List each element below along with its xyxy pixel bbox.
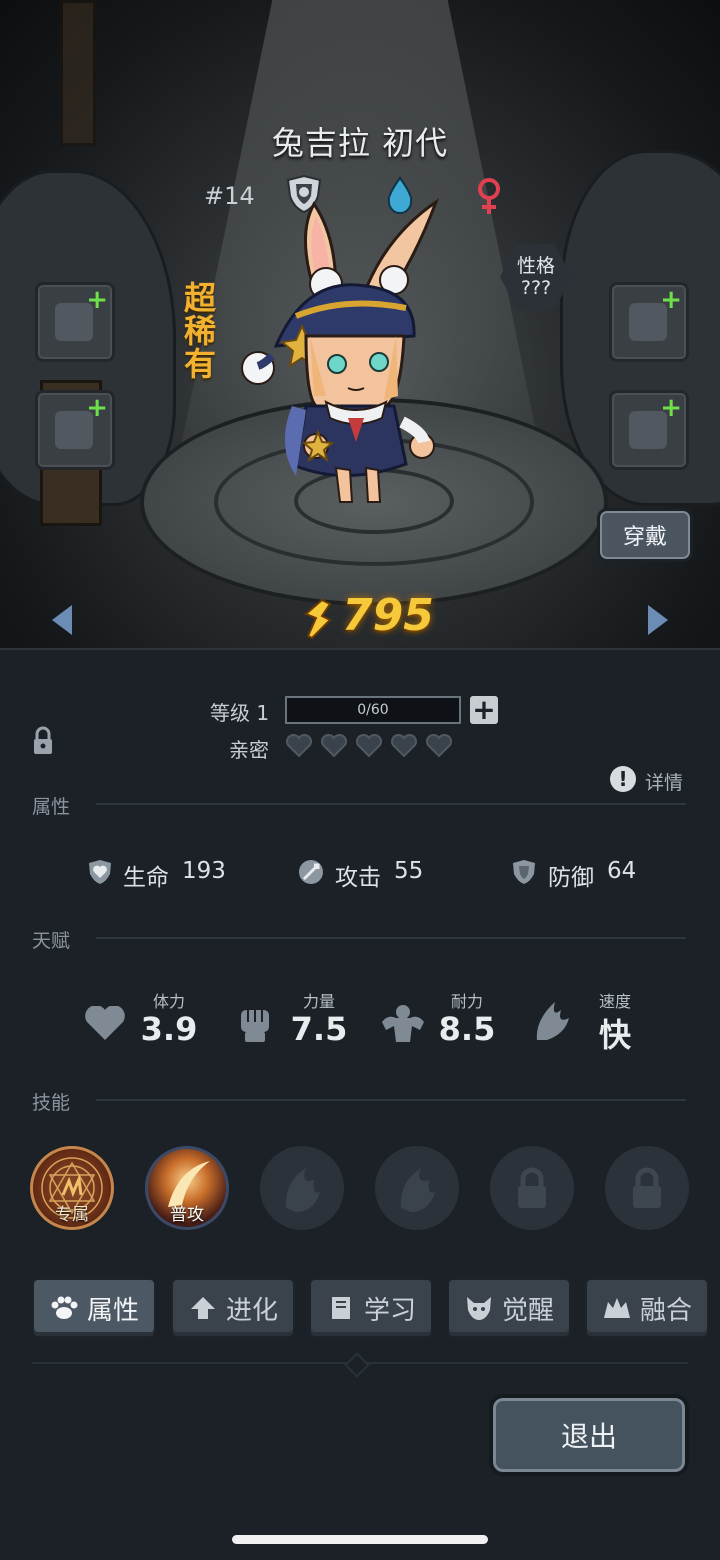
equip-slot-helm[interactable]: + xyxy=(609,282,689,362)
add-icon: + xyxy=(86,393,108,423)
wear-button[interactable]: 穿戴 xyxy=(597,508,693,562)
tab-attributes-label: 属性 xyxy=(86,1295,139,1326)
prev-hero-arrow[interactable] xyxy=(52,605,72,635)
next-hero-arrow[interactable] xyxy=(648,605,668,635)
book-icon xyxy=(331,1297,350,1319)
skill-exclusive-label: 专属 xyxy=(55,1205,89,1225)
skill-exclusive[interactable]: 专属 xyxy=(30,1146,114,1230)
paw-icon xyxy=(51,1296,78,1319)
wing-icon xyxy=(536,1002,569,1040)
skill-slot-locked[interactable] xyxy=(490,1146,574,1230)
talent-speed-value: 快 xyxy=(598,1016,631,1054)
tab-attributes[interactable]: 属性 xyxy=(32,1278,156,1338)
section-skills: 技能 xyxy=(32,1092,71,1114)
flame-claw-icon xyxy=(400,1168,435,1212)
tab-learn-label: 学习 xyxy=(363,1295,416,1326)
fist-icon xyxy=(241,1010,269,1042)
shield-icon xyxy=(513,860,535,884)
level-progress-bar: 0/60 xyxy=(285,696,461,724)
talent-strength-label: 力量 xyxy=(302,992,335,1011)
attr-atk-value: 55 xyxy=(394,858,424,884)
heart-icon xyxy=(85,1006,125,1040)
talent-strength-value: 7.5 xyxy=(290,1010,348,1048)
intimacy-heart-icon xyxy=(286,734,312,758)
talent-stamina-label: 体力 xyxy=(152,992,185,1011)
level-progress-text: 0/60 xyxy=(357,702,389,718)
talent-speed-label: 速度 xyxy=(598,992,631,1011)
attr-hp-value: 193 xyxy=(182,858,226,884)
talent-endurance-label: 耐力 xyxy=(450,992,483,1011)
skill-basic-label: 普攻 xyxy=(170,1205,204,1225)
talent-endurance-value: 8.5 xyxy=(438,1010,496,1048)
section-divider xyxy=(96,937,686,939)
flame-claw-icon xyxy=(285,1168,320,1212)
details-link[interactable]: 详情 xyxy=(645,768,683,795)
equip-slot-accessory[interactable]: + xyxy=(609,390,689,470)
female-gender-icon xyxy=(478,178,500,214)
skill-slot-empty[interactable] xyxy=(260,1146,344,1230)
skill-slot-locked[interactable] xyxy=(605,1146,689,1230)
sword-icon xyxy=(299,860,323,884)
personality-label: 性格 xyxy=(516,255,555,277)
tab-fusion-label: 融合 xyxy=(639,1295,692,1326)
section-attributes: 属性 xyxy=(32,796,71,818)
lock-icon xyxy=(518,1167,546,1208)
power-value: 795 xyxy=(342,590,434,641)
intimacy-heart-icon xyxy=(356,734,382,758)
power-icon xyxy=(304,598,332,640)
equip-slot-armor[interactable]: + xyxy=(35,390,115,470)
section-divider xyxy=(96,1099,686,1101)
tab-awaken[interactable]: 觉醒 xyxy=(447,1278,571,1338)
character-scene: 兔吉拉 初代 #14 超稀有 + + + + 性格 ??? 穿戴 795 xyxy=(0,0,720,648)
level-label: 等级 1 xyxy=(210,701,270,725)
lock-icon xyxy=(633,1167,661,1208)
section-talents: 天赋 xyxy=(32,930,71,952)
intimacy-heart-icon xyxy=(391,734,417,758)
tab-learn[interactable]: 学习 xyxy=(309,1278,433,1338)
attr-def-label: 防御 xyxy=(548,865,594,891)
fusion-icon xyxy=(603,1298,630,1318)
rarity-label: 超稀有 xyxy=(183,279,216,383)
lock-icon[interactable] xyxy=(32,726,54,756)
attr-def-value: 64 xyxy=(607,858,637,884)
intimacy-heart-icon xyxy=(426,734,452,758)
add-icon: + xyxy=(86,285,108,315)
section-divider xyxy=(96,803,686,805)
intimacy-heart-icon xyxy=(321,734,347,758)
tab-evolve[interactable]: 进化 xyxy=(171,1278,295,1338)
hero-name: 兔吉拉 初代 xyxy=(271,124,449,162)
beast-icon xyxy=(466,1297,491,1320)
tab-fusion[interactable]: 融合 xyxy=(585,1278,709,1338)
level-up-button[interactable]: + xyxy=(470,696,498,724)
attr-atk-label: 攻击 xyxy=(335,865,381,891)
skill-basic-attack[interactable]: 普攻 xyxy=(145,1146,229,1230)
heart-shield-icon xyxy=(89,860,111,884)
muscle-icon xyxy=(382,1005,424,1042)
tab-evolve-label: 进化 xyxy=(225,1295,278,1326)
info-icon[interactable]: ! xyxy=(610,766,636,792)
up-arrow-icon xyxy=(190,1297,215,1319)
attr-hp-label: 生命 xyxy=(123,865,169,891)
home-indicator[interactable] xyxy=(232,1535,488,1544)
tab-awaken-label: 觉醒 xyxy=(501,1295,554,1326)
hero-character xyxy=(241,198,440,503)
equip-slot-claw[interactable]: + xyxy=(35,282,115,362)
skill-slot-empty[interactable] xyxy=(375,1146,459,1230)
add-icon: + xyxy=(660,393,682,423)
talent-stamina-value: 3.9 xyxy=(140,1010,198,1048)
personality-value: ??? xyxy=(520,277,552,299)
exit-button[interactable]: 退出 xyxy=(489,1394,689,1476)
add-icon: + xyxy=(660,285,682,315)
intimacy-label: 亲密 xyxy=(229,738,269,762)
